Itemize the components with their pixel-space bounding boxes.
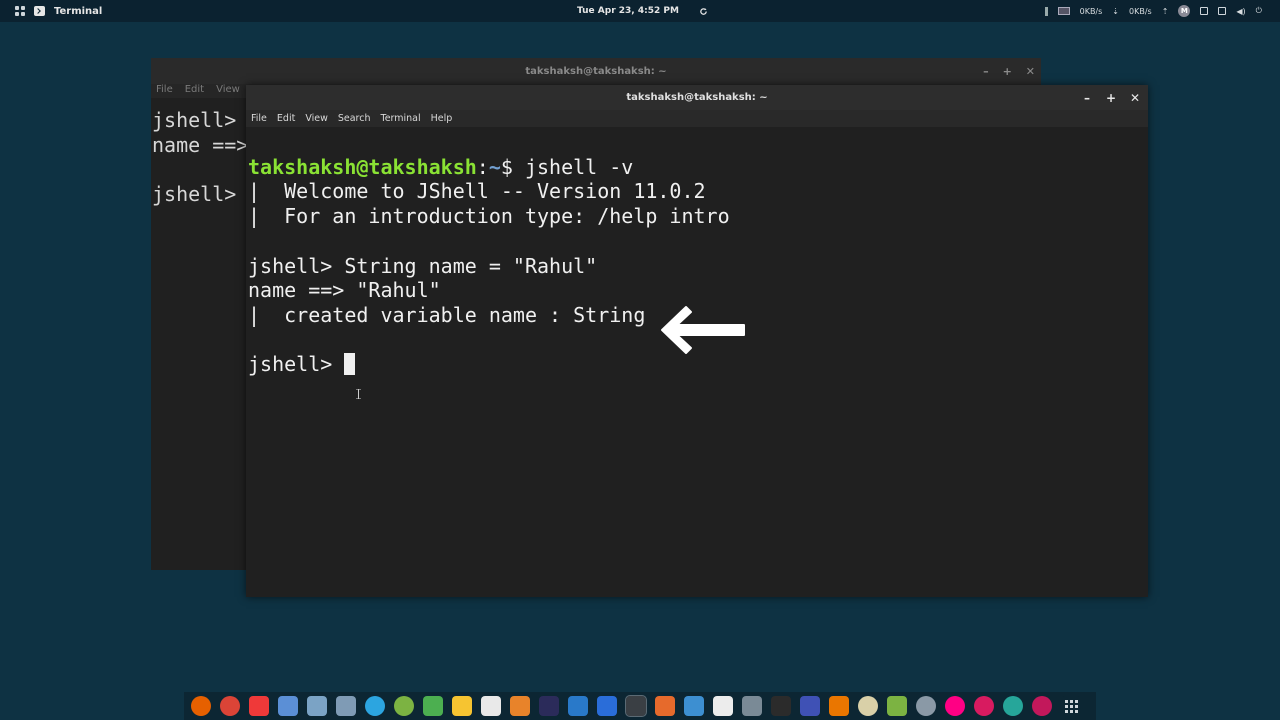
timer-icon[interactable] (916, 696, 936, 716)
minimize-icon[interactable]: – (1082, 91, 1092, 105)
store-icon[interactable] (278, 696, 298, 716)
terminal-line: name ==> "Rahul" (248, 278, 441, 303)
prompt-separator: : (476, 154, 489, 179)
menu-edit[interactable]: Edit (277, 113, 295, 124)
indicator-icon[interactable] (1044, 6, 1048, 16)
command-text: $ jshell -v (500, 154, 634, 179)
notes-icon[interactable] (452, 696, 472, 716)
window-titlebar[interactable]: takshaksh@takshaksh: ~ – + ✕ (151, 58, 1041, 84)
terminal-line: jshell> String name = "Rahul" (248, 253, 598, 278)
menu-view[interactable]: View (305, 113, 328, 124)
vivaldi-alt-icon[interactable] (1032, 696, 1052, 716)
window-title: takshaksh@takshaksh: ~ (626, 92, 768, 103)
terminal-line: | For an introduction type: /help intro (248, 204, 730, 229)
intellij-icon[interactable] (539, 696, 559, 716)
power-icon[interactable]: ⏻ (1256, 6, 1262, 16)
tasks-icon[interactable] (597, 696, 617, 716)
menu-edit[interactable]: Edit (185, 84, 204, 98)
activities-grid-icon[interactable] (15, 6, 25, 16)
flickr-icon[interactable] (945, 696, 965, 716)
upload-arrow-icon: ⇡ (1161, 6, 1169, 16)
net-down-speed: 0KB/s (1079, 6, 1103, 16)
dock (184, 692, 1096, 720)
maximize-icon[interactable]: + (1003, 65, 1012, 78)
top-panel: Terminal Tue Apr 23, 4:52 PM 0KB/s ⇣ 0KB… (0, 0, 1280, 22)
terminal-icon[interactable] (625, 695, 647, 717)
close-icon[interactable]: ✕ (1130, 91, 1140, 105)
document-icon[interactable] (713, 696, 733, 716)
menu-help[interactable]: Help (431, 113, 453, 124)
terminal-app-icon (34, 6, 45, 16)
firefox-icon[interactable] (191, 696, 211, 716)
send-icon[interactable] (1003, 696, 1023, 716)
left-arrow-icon (661, 306, 745, 354)
chrome-icon[interactable] (220, 696, 240, 716)
window-titlebar[interactable]: takshaksh@takshaksh: ~ – + ✕ (246, 85, 1148, 110)
menu-search[interactable]: Search (338, 113, 371, 124)
blender-icon[interactable] (829, 696, 849, 716)
vscode-icon[interactable] (568, 696, 588, 716)
refresh-icon[interactable] (699, 7, 708, 16)
menu-file[interactable]: File (251, 113, 267, 124)
clock[interactable]: Tue Apr 23, 4:52 PM (577, 6, 679, 16)
android-studio-icon[interactable] (423, 696, 443, 716)
screen-icon[interactable] (1057, 7, 1070, 15)
menu-file[interactable]: File (156, 84, 173, 98)
pineapple-icon[interactable] (887, 696, 907, 716)
network-icon[interactable] (1218, 7, 1227, 15)
text-cursor (344, 353, 356, 376)
menu-terminal[interactable]: Terminal (381, 113, 421, 124)
folder-icon[interactable] (336, 696, 356, 716)
maximize-icon[interactable]: + (1106, 91, 1116, 105)
user-avatar[interactable]: M (1178, 5, 1191, 17)
menu-bar: File Edit View Search Terminal Help (246, 110, 1148, 127)
active-app-name[interactable]: Terminal (54, 6, 102, 17)
files-icon[interactable] (307, 696, 327, 716)
shell-prompt-line: takshaksh@takshaksh:~$ jshell -v (248, 155, 1148, 180)
window-title: takshaksh@takshaksh: ~ (525, 65, 667, 77)
headphones-icon[interactable] (800, 696, 820, 716)
minimize-icon[interactable]: – (983, 65, 989, 78)
jshell-prompt: jshell> (248, 352, 345, 377)
prompt-path: ~ (488, 154, 501, 179)
mouse-ibeam-icon (356, 389, 361, 399)
volume-icon[interactable]: ◀) (1236, 7, 1245, 16)
vivaldi-icon[interactable] (249, 696, 269, 716)
prompt-user: takshaksh@takshaksh (248, 154, 477, 179)
close-icon[interactable]: ✕ (1026, 65, 1035, 78)
editor-icon[interactable] (481, 696, 501, 716)
writer-icon[interactable] (684, 696, 704, 716)
power-app-icon[interactable] (974, 696, 994, 716)
download-arrow-icon: ⇣ (1112, 6, 1119, 16)
net-up-speed: 0KB/s (1129, 6, 1152, 16)
git-icon[interactable] (655, 696, 675, 716)
android-icon[interactable] (394, 696, 414, 716)
telegram-icon[interactable] (365, 696, 385, 716)
sublime-icon[interactable] (510, 696, 530, 716)
terminal-window[interactable]: takshaksh@takshaksh: ~ – + ✕ File Edit V… (246, 85, 1148, 597)
media-icon[interactable] (858, 696, 878, 716)
device-icon[interactable] (742, 696, 762, 716)
clipboard-icon[interactable] (1200, 7, 1209, 15)
cat-icon[interactable] (771, 696, 791, 716)
terminal-line: | Welcome to JShell -- Version 11.0.2 (248, 179, 706, 204)
menu-view[interactable]: View (216, 84, 240, 98)
app-grid-icon[interactable] (1061, 696, 1081, 716)
terminal-output[interactable]: takshaksh@takshaksh:~$ jshell -v | Welcom… (246, 127, 1148, 476)
